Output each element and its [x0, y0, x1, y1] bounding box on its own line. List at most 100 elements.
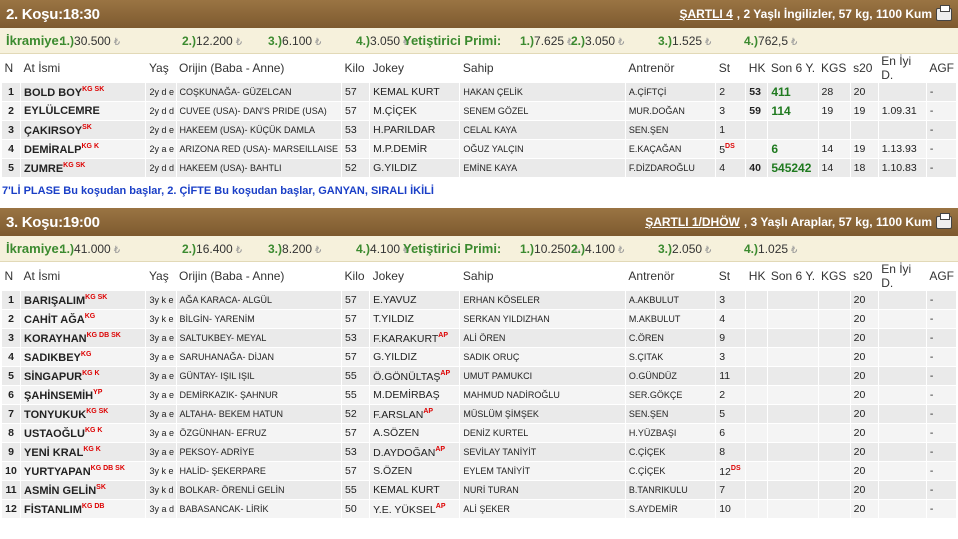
jockey[interactable]: E.YAVUZ [369, 290, 461, 310]
horse-origin[interactable]: HALİD- ŞEKERPARE [175, 461, 343, 481]
table-row[interactable]: 11 ASMİN GELİNSK 3y k d BOLKAR- ÖRENLİ GELİ… [0, 480, 958, 500]
horse-name[interactable]: YENİ KRALKG K [20, 442, 147, 462]
horse-origin[interactable]: PEKSOY- ADRİYE [175, 442, 343, 462]
column-header[interactable]: Yaş [145, 262, 177, 291]
column-header[interactable]: N [1, 54, 21, 83]
horse-origin[interactable]: BİLGİN- YARENİM [175, 309, 343, 329]
jockey[interactable]: T.YILDIZ [369, 309, 461, 329]
column-header[interactable]: Antrenör [625, 54, 716, 83]
horse-name-text[interactable]: TONYUKUK [24, 409, 86, 421]
horse-name-text[interactable]: EYLÜLCEMRE [24, 105, 100, 117]
horse-origin[interactable]: GÜNTAY- IŞIL IŞIL [175, 366, 343, 386]
horse-origin[interactable]: BOLKAR- ÖRENLİ GELİN [175, 480, 343, 500]
horse-name-text[interactable]: KORAYHAN [24, 333, 87, 345]
trainer[interactable]: S.ÇITAK [624, 347, 717, 367]
horse-origin[interactable]: CUVEE (USA)- DAN'S PRIDE (USA) [175, 101, 343, 121]
jockey[interactable]: Ö.GÖNÜLTAŞAP [369, 366, 461, 386]
column-header[interactable]: AGF [926, 54, 957, 83]
jockey-name[interactable]: M.ÇİÇEK [373, 105, 417, 117]
jockey-name[interactable]: A.SÖZEN [373, 427, 419, 439]
horse-name-text[interactable]: YURTYAPAN [24, 466, 91, 478]
jockey-name[interactable]: H.PARILDAR [373, 124, 435, 136]
trainer[interactable]: A.AKBULUT [624, 290, 717, 310]
column-header[interactable]: Antrenör [625, 262, 716, 291]
table-row[interactable]: 1 BARIŞALIMKG SK 3y k e AĞA KARACA- ALGÜL 57… [0, 290, 958, 310]
table-row[interactable]: 6 ŞAHİNSEMİHYP 3y a e DEMİRKAZIK- ŞAHNUR 55 M… [0, 385, 958, 405]
horse-name[interactable]: ŞAHİNSEMİHYP [20, 385, 147, 405]
horse-name-text[interactable]: BARIŞALIM [24, 295, 85, 307]
jockey[interactable]: H.PARILDAR [369, 120, 461, 140]
horse-origin[interactable]: SALTUKBEY- MEYAL [175, 328, 343, 348]
race-condition-link[interactable]: ŞARTLI 4 [679, 7, 732, 21]
horse-origin[interactable]: ÖZGÜNHAN- EFRUZ [175, 423, 343, 443]
column-header[interactable]: HK [745, 54, 768, 83]
column-header[interactable]: Sahip [459, 262, 626, 291]
column-header[interactable]: Sahip [459, 54, 626, 83]
column-header[interactable]: N [1, 262, 21, 291]
horse-name-text[interactable]: FİSTANLIM [24, 504, 82, 516]
trainer[interactable]: O.GÜNDÜZ [624, 366, 717, 386]
table-row[interactable]: 4 SADIKBEYKG 3y a e SARUHANAĞA- DİJAN 57 G.YI… [0, 347, 958, 367]
jockey-name[interactable]: T.YILDIZ [373, 313, 414, 325]
jockey-name[interactable]: F.KARAKURT [373, 333, 438, 345]
trainer[interactable]: H.YÜZBAŞI [624, 423, 717, 443]
jockey[interactable]: S.ÖZEN [369, 461, 461, 481]
horse-name[interactable]: EYLÜLCEMRE [20, 101, 147, 121]
table-row[interactable]: 4 DEMİRALPKG K 2y a e ARIZONA RED (USA)- MA… [0, 139, 958, 159]
owner[interactable]: EMİNE KAYA [459, 158, 626, 178]
trainer[interactable]: C.ÇİÇEK [624, 461, 717, 481]
table-row[interactable]: 10 YURTYAPANKG DB SK 3y k e HALİD- ŞEKERPAR… [0, 461, 958, 481]
horse-origin[interactable]: ALTAHA- BEKEM HATUN [175, 404, 343, 424]
owner[interactable]: DENİZ KURTEL [459, 423, 626, 443]
horse-origin[interactable]: BABASANCAK- LİRİK [175, 499, 343, 519]
column-header[interactable]: Yaş [145, 54, 177, 83]
horse-origin[interactable]: AĞA KARACA- ALGÜL [175, 290, 343, 310]
horse-name[interactable]: DEMİRALPKG K [20, 139, 147, 159]
jockey[interactable]: G.YILDIZ [369, 158, 461, 178]
horse-name-text[interactable]: SADIKBEY [24, 352, 81, 364]
horse-name[interactable]: USTAOĞLUKG K [20, 423, 147, 443]
horse-name-text[interactable]: USTAOĞLU [24, 428, 85, 440]
trainer[interactable]: F.DİZDAROĞLU [624, 158, 717, 178]
jockey-name[interactable]: G.YILDIZ [373, 351, 417, 363]
jockey[interactable]: A.SÖZEN [369, 423, 461, 443]
trainer[interactable]: SEN.ŞEN [624, 404, 717, 424]
jockey[interactable]: D.AYDOĞANAP [369, 442, 461, 462]
horse-name[interactable]: TONYUKUKKG SK [20, 404, 147, 424]
jockey[interactable]: KEMAL KURT [369, 480, 461, 500]
horse-name-text[interactable]: ÇAKIRSOY [24, 125, 82, 137]
owner[interactable]: SERKAN YILDIZHAN [459, 309, 626, 329]
table-row[interactable]: 12 FİSTANLIMKG DB 3y a d BABASANCAK- LİRİK 5… [0, 499, 958, 519]
table-row[interactable]: 5 ZUMREKG SK 2y d d HAKEEM (USA)- BAHTLI 52 G… [0, 158, 958, 178]
owner[interactable]: SENEM GÖZEL [459, 101, 626, 121]
horse-origin[interactable]: COŞKUNAĞA- GÜZELCAN [175, 82, 343, 102]
jockey-name[interactable]: F.ARSLAN [373, 409, 423, 421]
owner[interactable]: SEVİLAY TANİYİT [459, 442, 626, 462]
horse-name-text[interactable]: BOLD BOY [24, 87, 82, 99]
jockey-name[interactable]: E.YAVUZ [373, 294, 416, 306]
printer-icon[interactable] [936, 4, 952, 21]
jockey[interactable]: KEMAL KURT [369, 82, 461, 102]
table-row[interactable]: 3 KORAYHANKG DB SK 3y a e SALTUKBEY- MEYAL 5… [0, 328, 958, 348]
column-header[interactable]: AGF [926, 262, 957, 291]
horse-name-text[interactable]: DEMİRALP [24, 144, 81, 156]
owner[interactable]: SADIK ORUÇ [459, 347, 626, 367]
horse-name[interactable]: ASMİN GELİNSK [20, 480, 147, 500]
owner[interactable]: HAKAN ÇELİK [459, 82, 626, 102]
owner[interactable]: ALİ ÖREN [459, 328, 626, 348]
jockey[interactable]: Y.E. YÜKSELAP [369, 499, 461, 519]
owner[interactable]: OĞUZ YALÇIN [459, 139, 626, 159]
horse-name[interactable]: KORAYHANKG DB SK [20, 328, 147, 348]
column-header[interactable]: Son 6 Y. [767, 54, 819, 83]
horse-name-text[interactable]: ASMİN GELİN [24, 485, 96, 497]
horse-name[interactable]: BARIŞALIMKG SK [20, 290, 147, 310]
horse-name[interactable]: ÇAKIRSOYSK [20, 120, 147, 140]
trainer[interactable]: C.ÖREN [624, 328, 717, 348]
jockey-name[interactable]: S.ÖZEN [373, 465, 412, 477]
trainer[interactable]: C.ÇİÇEK [624, 442, 717, 462]
horse-origin[interactable]: HAKEEM (USA)- KÜÇÜK DAMLA [175, 120, 343, 140]
owner[interactable]: MAHMUD NADİROĞLU [459, 385, 626, 405]
table-row[interactable]: 7 TONYUKUKKG SK 3y a e ALTAHA- BEKEM HATUN 5… [0, 404, 958, 424]
jockey[interactable]: G.YILDIZ [369, 347, 461, 367]
trainer[interactable]: S.AYDEMİR [624, 499, 717, 519]
